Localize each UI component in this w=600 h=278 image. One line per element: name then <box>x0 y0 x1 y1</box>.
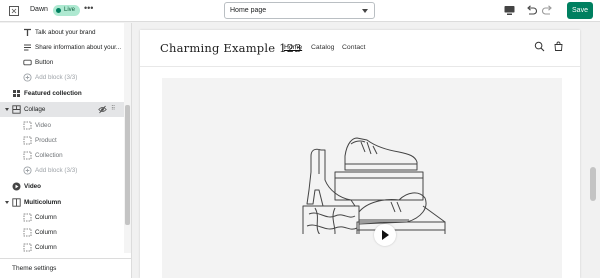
dashed-square-icon <box>23 213 32 222</box>
grid-icon <box>13 90 20 97</box>
add-circle-icon <box>23 166 32 175</box>
sidebar-scrollbar-thumb[interactable] <box>125 105 130 225</box>
more-actions-button[interactable]: ••• <box>84 3 93 13</box>
play-circle-icon <box>12 182 21 191</box>
sidebar-item-product-block[interactable]: Product <box>0 133 124 148</box>
sidebar-item-share-information[interactable]: Share information about your... <box>0 40 124 55</box>
sidebar-item-button[interactable]: Button <box>0 55 124 70</box>
sidebar-item-label: Video <box>35 122 51 129</box>
video-placeholder[interactable] <box>162 78 562 278</box>
text-paragraph-icon <box>24 44 31 51</box>
status-badge: Live <box>53 5 81 16</box>
add-circle-icon <box>23 73 32 82</box>
sidebar-section-multicolumn[interactable]: Multicolumn <box>0 195 124 210</box>
sidebar-item-label: Column <box>35 214 57 221</box>
sidebar-item-label: Product <box>35 137 57 144</box>
sidebar-section-collage[interactable]: Collage ⠿ <box>0 102 124 117</box>
top-bar: Dawn Live ••• Home page Save <box>0 0 600 22</box>
page-selector[interactable]: Home page <box>224 2 375 19</box>
nav-link-home[interactable]: Home <box>284 44 302 51</box>
sidebar-item-label: Collage <box>24 106 46 113</box>
eye-hidden-icon[interactable] <box>98 105 107 114</box>
sidebar-section-featured-collection[interactable]: Featured collection <box>0 86 124 101</box>
theme-settings-label: Theme settings <box>12 265 57 272</box>
preview-scrollbar[interactable] <box>587 23 600 278</box>
live-dot-icon <box>56 8 61 13</box>
shoes-illustration <box>302 137 446 234</box>
store-preview-frame: Charming Example 123 Home Catalog Contac… <box>140 30 580 278</box>
preview-scrollbar-thumb[interactable] <box>590 167 596 201</box>
sidebar-item-video-block[interactable]: Video <box>0 118 124 133</box>
add-block-button[interactable]: Add block (3/3) <box>0 163 124 178</box>
play-button[interactable] <box>374 224 396 246</box>
sidebar-item-collection-block[interactable]: Collection <box>0 148 124 163</box>
site-title[interactable]: Charming Example 123 <box>160 41 302 55</box>
sidebar-item-label: Video <box>24 183 42 190</box>
sidebar-item-label: Featured collection <box>24 90 82 97</box>
columns-icon <box>12 198 21 207</box>
theme-settings-footer[interactable]: Theme settings <box>0 258 131 278</box>
sidebar-item-label: Add block (3/3) <box>35 74 78 81</box>
sidebar-item-label: Button <box>35 59 54 66</box>
cart-icon[interactable] <box>553 41 564 52</box>
undo-icon[interactable] <box>525 4 538 17</box>
sidebar-item-talk-about-brand[interactable]: Talk about your brand <box>0 25 124 40</box>
sidebar-section-video[interactable]: Video <box>0 179 124 194</box>
save-button[interactable]: Save <box>567 2 593 19</box>
search-icon[interactable] <box>534 41 545 52</box>
sidebar-item-column[interactable]: Column <box>0 240 124 255</box>
text-heading-icon <box>24 28 31 36</box>
dashed-square-icon <box>23 136 32 145</box>
sidebar-item-label: Add block (3/3) <box>35 167 78 174</box>
nav-link-catalog[interactable]: Catalog <box>311 44 334 51</box>
chevron-down-icon <box>362 9 368 13</box>
play-icon <box>382 230 389 240</box>
store-name: Dawn <box>30 6 48 13</box>
sidebar-item-label: Collection <box>35 152 63 159</box>
drag-handle-icon[interactable]: ⠿ <box>111 102 115 117</box>
sidebar: Talk about your brand Share information … <box>0 23 132 278</box>
redo-icon[interactable] <box>541 4 554 17</box>
add-block-button[interactable]: Add block (3/3) <box>0 70 124 85</box>
chevron-down-icon[interactable] <box>5 108 9 111</box>
device-preview-icon[interactable] <box>503 4 516 17</box>
dashed-square-icon <box>23 151 32 160</box>
button-icon <box>23 59 32 66</box>
status-badge-label: Live <box>64 7 76 13</box>
dashed-square-icon <box>23 243 32 252</box>
dashed-square-icon <box>23 228 32 237</box>
exit-icon[interactable] <box>8 5 20 17</box>
sidebar-item-label: Multicolumn <box>24 199 62 206</box>
chevron-down-icon[interactable] <box>5 201 9 204</box>
sidebar-item-label: Column <box>35 229 57 236</box>
collage-icon <box>12 105 21 114</box>
sidebar-item-label: Column <box>35 244 57 251</box>
dashed-square-icon <box>23 121 32 130</box>
nav-link-contact[interactable]: Contact <box>342 44 365 51</box>
sidebar-item-label: Talk about your brand <box>35 29 96 36</box>
sidebar-item-column[interactable]: Column <box>0 210 124 225</box>
page-selector-value: Home page <box>230 7 267 14</box>
header-divider <box>140 66 580 67</box>
sidebar-item-column[interactable]: Column <box>0 225 124 240</box>
sidebar-item-label: Share information about your... <box>35 44 122 51</box>
